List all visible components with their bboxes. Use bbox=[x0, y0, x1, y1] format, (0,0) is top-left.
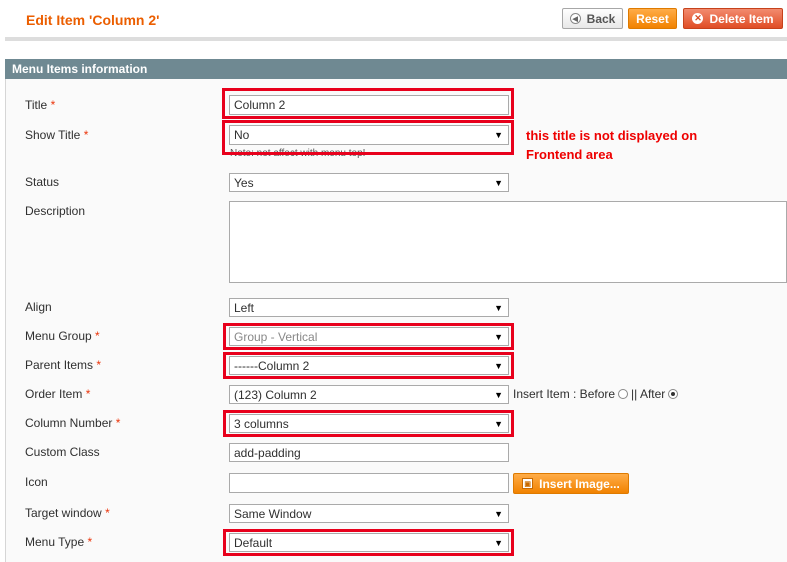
status-label: Status bbox=[25, 175, 60, 189]
order-item-label: Order Item * bbox=[25, 387, 91, 401]
align-select[interactable]: Left ▼ bbox=[229, 298, 509, 317]
insert-item-options: Insert Item : Before || After bbox=[513, 387, 681, 401]
radio-after[interactable] bbox=[668, 389, 679, 399]
page-title: Edit Item 'Column 2' bbox=[26, 12, 160, 28]
after-label: After bbox=[639, 387, 666, 401]
insert-image-label: Insert Image... bbox=[539, 476, 620, 491]
back-button-label: Back bbox=[586, 11, 616, 26]
radio-before[interactable] bbox=[618, 389, 629, 399]
description-textarea[interactable] bbox=[229, 201, 787, 283]
reset-button-label: Reset bbox=[636, 11, 669, 26]
image-icon: ▣ bbox=[522, 478, 534, 489]
triangle-down-icon: ▼ bbox=[494, 508, 503, 519]
radio-separator: || bbox=[631, 387, 638, 401]
highlight-show-title bbox=[222, 120, 514, 155]
icon-label: Icon bbox=[25, 475, 48, 489]
custom-class-input[interactable]: add-padding bbox=[229, 443, 509, 462]
triangle-down-icon: ▼ bbox=[494, 177, 503, 188]
show-title-label: Show Title * bbox=[25, 128, 89, 142]
order-item-select[interactable]: (123) Column 2 ▼ bbox=[229, 385, 509, 404]
title-label: Title * bbox=[25, 98, 56, 112]
insert-item-label: Insert Item : Before bbox=[513, 387, 616, 401]
highlight-parent-items bbox=[223, 352, 514, 379]
highlight-menu-type bbox=[223, 529, 514, 556]
back-arrow-icon: ◀ bbox=[569, 13, 581, 24]
highlight-menu-group bbox=[223, 323, 514, 350]
icon-input[interactable] bbox=[229, 473, 509, 493]
menu-group-label: Menu Group * bbox=[25, 329, 100, 343]
section-title: Menu Items information bbox=[5, 59, 787, 79]
delete-button-label: Delete Item bbox=[709, 11, 774, 26]
status-select[interactable]: Yes ▼ bbox=[229, 173, 509, 192]
highlight-column-number bbox=[223, 410, 514, 437]
delete-x-icon: ✕ bbox=[692, 13, 704, 24]
description-label: Description bbox=[25, 204, 86, 218]
delete-item-button[interactable]: ✕ Delete Item bbox=[683, 8, 783, 29]
highlight-title bbox=[222, 88, 514, 119]
reset-button[interactable]: Reset bbox=[628, 8, 677, 29]
column-number-label: Column Number * bbox=[25, 416, 121, 430]
target-window-select[interactable]: Same Window ▼ bbox=[229, 504, 509, 523]
target-window-label: Target window * bbox=[25, 506, 110, 520]
triangle-down-icon: ▼ bbox=[494, 389, 503, 400]
insert-image-button[interactable]: ▣ Insert Image... bbox=[513, 473, 629, 494]
annotation-text: this title is not displayed on Frontend … bbox=[526, 128, 698, 162]
triangle-down-icon: ▼ bbox=[494, 302, 503, 313]
custom-class-label: Custom Class bbox=[25, 445, 100, 459]
parent-items-label: Parent Items * bbox=[25, 358, 102, 372]
align-label: Align bbox=[25, 300, 52, 314]
page-header: Edit Item 'Column 2' ◀ Back Reset ✕ Dele… bbox=[0, 0, 787, 41]
back-button[interactable]: ◀ Back bbox=[562, 8, 623, 29]
menu-type-label: Menu Type * bbox=[25, 535, 93, 549]
header-divider bbox=[5, 37, 787, 41]
